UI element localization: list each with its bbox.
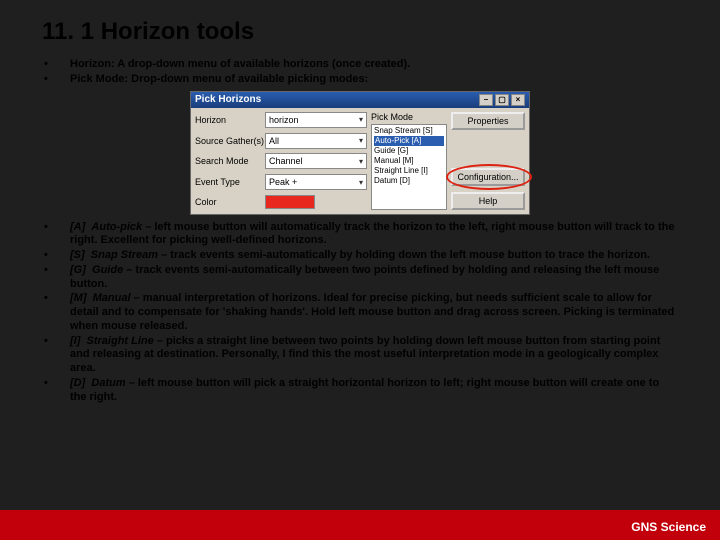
search-dropdown[interactable]: Channel [265,153,367,169]
event-dropdown[interactable]: Peak + [265,174,367,190]
pickmode-listbox[interactable]: Snap Stream [S] Auto-Pick [A] Guide [G] … [371,124,447,210]
bullet-item: •[S] Snap Stream – track events semi-aut… [42,249,678,263]
maximize-icon[interactable]: ▢ [495,94,509,106]
mode-description: [D] Datum – left mouse button will pick … [70,377,678,405]
bullet-item: •[G] Guide – track events semi-automatic… [42,264,678,292]
source-dropdown[interactable]: All [265,133,367,149]
dialog-title-text: Pick Horizons [195,94,261,105]
mode-bullet-list: •[A] Auto-pick – left mouse button will … [42,221,678,405]
bullet-item: • Pick Mode: Drop-down menu of available… [42,73,678,87]
bullet-item: •[M] Manual – manual interpretation of h… [42,292,678,333]
slide-title: 11. 1 Horizon tools [42,18,678,46]
mode-description: [I] Straight Line – picks a straight lin… [70,335,678,376]
mode-description: [A] Auto-pick – left mouse button will a… [70,221,678,249]
pickmode-label: Pick Mode [371,112,447,122]
bullet-item: •[D] Datum – left mouse button will pick… [42,377,678,405]
footer-bar: GNS Science [0,510,720,540]
horizon-label: Horizon [195,115,265,125]
color-swatch[interactable] [265,195,367,209]
embedded-dialog-screenshot: Pick Horizons – ▢ × Horizon horizon Sour… [42,91,678,215]
list-item[interactable]: Straight Line [I] [374,166,444,176]
mode-description: [S] Snap Stream – track events semi-auto… [70,249,678,263]
bullet-item: • Horizon: A drop-down menu of available… [42,58,678,72]
mode-description: [G] Guide – track events semi-automatica… [70,264,678,292]
horizon-dropdown[interactable]: horizon [265,112,367,128]
list-item[interactable]: Snap Stream [S] [374,126,444,136]
bullet-item: •[A] Auto-pick – left mouse button will … [42,221,678,249]
properties-button[interactable]: Properties [451,112,525,130]
configuration-button[interactable]: Configuration... [451,168,525,186]
color-label: Color [195,197,265,207]
minimize-icon[interactable]: – [479,94,493,106]
list-item[interactable]: Guide [G] [374,146,444,156]
help-button[interactable]: Help [451,192,525,210]
dialog-titlebar: Pick Horizons – ▢ × [191,92,529,108]
mode-description: [M] Manual – manual interpretation of ho… [70,292,678,333]
search-label: Search Mode [195,156,265,166]
close-icon[interactable]: × [511,94,525,106]
event-label: Event Type [195,177,265,187]
source-label: Source Gather(s) [195,136,265,146]
list-item[interactable]: Auto-Pick [A] [374,136,444,146]
list-item[interactable]: Datum [D] [374,176,444,186]
top-bullet-list: • Horizon: A drop-down menu of available… [42,58,678,87]
list-item[interactable]: Manual [M] [374,156,444,166]
bullet-item: •[I] Straight Line – picks a straight li… [42,335,678,376]
pick-horizons-dialog: Pick Horizons – ▢ × Horizon horizon Sour… [190,91,530,215]
footer-text: GNS Science [631,520,706,534]
